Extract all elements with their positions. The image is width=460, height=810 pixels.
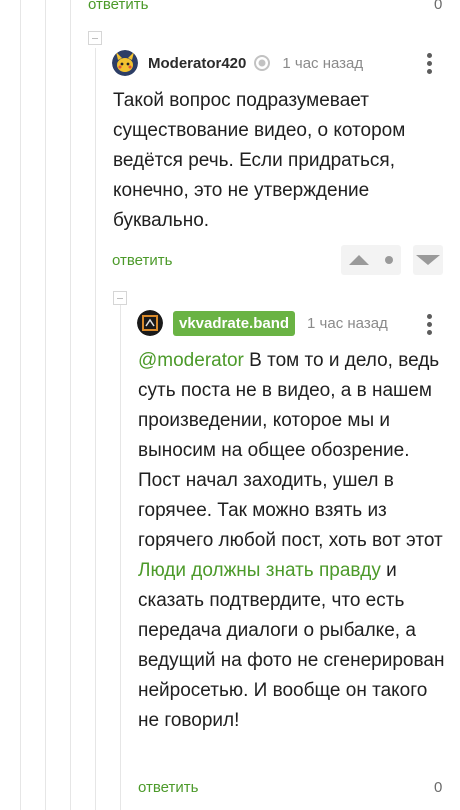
thread-line (70, 0, 71, 810)
thread-line (45, 0, 46, 810)
thread-line (20, 0, 21, 810)
comment-count: 0 (434, 779, 443, 796)
collapse-toggle[interactable] (113, 291, 127, 305)
vote-up-button[interactable] (341, 245, 401, 275)
vote-down-button[interactable] (413, 245, 443, 275)
timestamp[interactable]: 1 час назад (282, 55, 363, 72)
reply-link[interactable]: ответить (138, 779, 198, 796)
pikachu-avatar[interactable] (112, 50, 138, 76)
comment-body: @moderator В том то и дело, ведь суть по… (138, 346, 450, 736)
post-link[interactable]: Люди должны знать правду (138, 560, 381, 581)
comment-count: 0 (434, 0, 443, 13)
thread-line (120, 305, 121, 810)
comment-header: Moderator420 1 час назад (112, 50, 363, 76)
collapse-toggle[interactable] (88, 31, 102, 45)
timestamp[interactable]: 1 час назад (307, 315, 388, 332)
comment-body: Такой вопрос подразумевает существование… (113, 90, 406, 231)
comment-text-part: В том то и дело, ведь суть поста не в ви… (138, 350, 443, 551)
vote-controls (341, 245, 443, 275)
arrow-up-icon (349, 255, 369, 265)
reply-link[interactable]: ответить (112, 252, 172, 269)
comment-header: vkvadrate.band 1 час назад (137, 310, 388, 336)
moderator-badge-icon (254, 55, 271, 71)
vkvadrate-logo-avatar[interactable] (137, 310, 163, 336)
arrow-down-icon (416, 255, 440, 265)
user-mention[interactable]: @moderator (138, 350, 244, 371)
username[interactable]: Moderator420 (148, 55, 246, 72)
thread-line (95, 48, 96, 810)
more-options-icon[interactable] (427, 53, 433, 75)
reply-link[interactable]: ответить (88, 0, 148, 13)
rating-dot-icon (385, 256, 393, 264)
more-options-icon[interactable] (427, 314, 433, 336)
username-chip[interactable]: vkvadrate.band (173, 310, 296, 336)
comment-text-part: и сказать подтвердите, что есть передача… (138, 560, 445, 731)
